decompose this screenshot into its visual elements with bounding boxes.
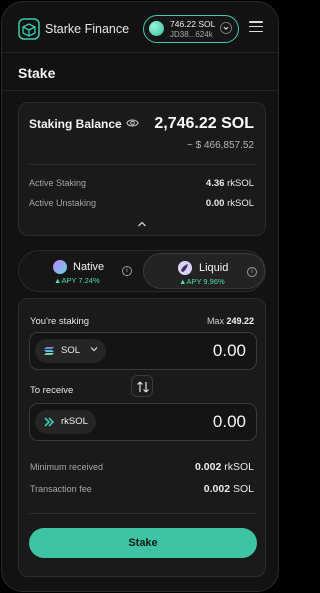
form-divider <box>29 513 257 514</box>
liquid-option[interactable]: Liquid ▲APY 9.96% i <box>143 253 265 289</box>
native-icon <box>53 260 67 274</box>
wallet-button[interactable]: 746.22 SOL JD38...624k <box>143 15 239 43</box>
staking-balance-usd: ~ $ 466,857.52 <box>186 140 254 151</box>
brand-name: Starke Finance <box>45 22 130 36</box>
staking-label: You're staking <box>30 316 90 327</box>
info-icon[interactable]: i <box>122 266 132 276</box>
native-label: Native <box>73 261 105 273</box>
menu-icon[interactable] <box>249 21 263 33</box>
rksol-icon <box>44 417 55 427</box>
logo-icon <box>18 18 40 40</box>
header: Starke Finance 746.22 SOL JD38...624k <box>2 2 278 54</box>
chevron-up-icon[interactable] <box>137 220 147 228</box>
solana-icon <box>44 347 54 355</box>
stake-form-card: You're staking Max 249.22 SOL 0.00 To re… <box>18 298 266 577</box>
active-staking-value: 4.36 rkSOL <box>205 178 254 189</box>
minimum-received-label: Minimum received <box>30 462 104 472</box>
stake-amount-input[interactable]: 0.00 <box>213 341 246 361</box>
staking-balance-card: Staking Balance 2,746.22 SOL ~ $ 466,857… <box>18 102 266 236</box>
from-token-name: SOL <box>61 345 81 356</box>
active-staking-label: Active Staking <box>29 178 87 188</box>
header-divider <box>2 52 278 53</box>
wallet-avatar-icon <box>149 21 164 36</box>
transaction-fee-value: 0.002 SOL <box>203 483 254 495</box>
swap-arrows-icon <box>137 381 149 393</box>
info-icon[interactable]: i <box>247 267 257 277</box>
minimum-received-value: 0.002 rkSOL <box>195 461 254 473</box>
receive-amount-field: rkSOL 0.00 <box>29 403 257 441</box>
chevron-down-icon <box>220 22 232 34</box>
receive-amount-value: 0.00 <box>212 412 246 431</box>
staking-balance-value: 2,746.22 SOL <box>154 115 254 132</box>
transaction-fee-label: Transaction fee <box>30 484 92 494</box>
page-title: Stake <box>18 65 56 81</box>
swap-direction-button[interactable] <box>131 375 153 397</box>
native-apy: ▲APY 7.24% <box>54 276 100 285</box>
stake-type-toggle: Native ▲APY 7.24% i Liquid ▲APY 9.96% i <box>18 250 266 292</box>
active-unstaking-label: Active Unstaking <box>29 198 97 208</box>
max-balance[interactable]: Max 249.22 <box>207 316 254 326</box>
receive-label: To receive <box>30 385 74 396</box>
liquid-label: Liquid <box>199 262 229 274</box>
to-token-name: rkSOL <box>61 416 88 427</box>
liquid-apy: ▲APY 9.96% <box>179 277 225 286</box>
active-unstaking-value: 0.00 rkSOL <box>205 198 254 209</box>
to-token-badge: rkSOL <box>35 410 96 434</box>
liquid-icon <box>178 261 192 275</box>
stake-amount-field[interactable]: SOL 0.00 <box>29 332 257 370</box>
from-token-select[interactable]: SOL <box>35 339 107 363</box>
wallet-address: JD38...624k <box>170 30 213 39</box>
app-frame: Starke Finance 746.22 SOL JD38...624k St… <box>1 1 279 592</box>
eye-icon[interactable] <box>126 118 139 128</box>
stake-button[interactable]: Stake <box>29 528 257 558</box>
title-divider <box>2 90 278 91</box>
wallet-balance: 746.22 SOL <box>170 19 216 29</box>
card-divider <box>29 164 257 165</box>
native-option[interactable]: Native ▲APY 7.24% i <box>21 253 141 289</box>
staking-balance-label: Staking Balance <box>29 117 122 131</box>
chevron-down-icon <box>91 346 98 352</box>
